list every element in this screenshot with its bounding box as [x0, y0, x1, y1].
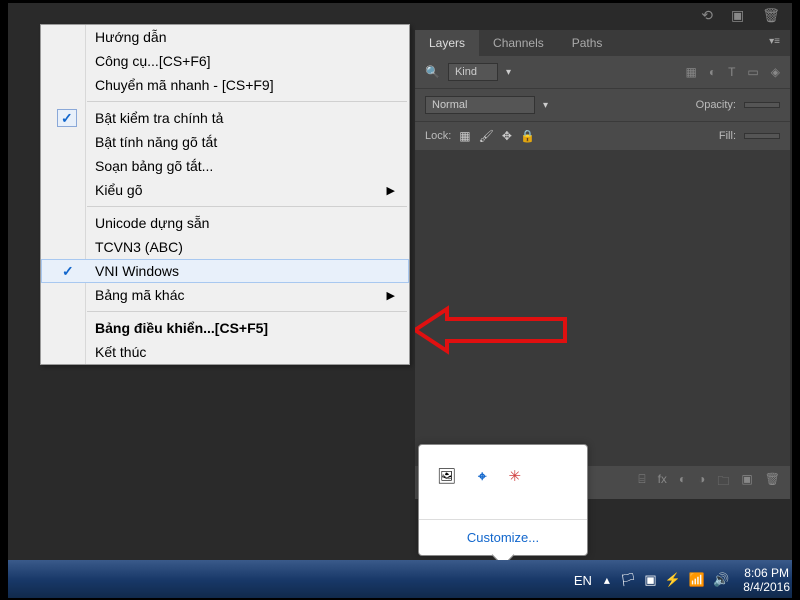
kind-select[interactable]: Kind [448, 63, 498, 81]
new-layer-icon[interactable]: ▣ [741, 472, 752, 493]
trash-icon[interactable]: 🗑 [762, 7, 780, 24]
opacity-field[interactable] [744, 102, 780, 108]
submenu-arrow-icon: ▶ [387, 184, 395, 197]
menu-item[interactable]: Kết thúc [41, 340, 409, 364]
menu-item-label: Công cụ...[CS+F6] [95, 53, 211, 69]
menu-item-label: TCVN3 (ABC) [95, 239, 183, 255]
panel-tabs: Layers Channels Paths ▾≡ [415, 30, 790, 56]
panel-row-lock: Lock: ▦ 🖌 ✥ 🔒 Fill: [415, 122, 790, 151]
layers-panel: Layers Channels Paths ▾≡ 🔍 Kind ▾ ▦ ◐ T … [415, 30, 790, 499]
lock-brush-icon[interactable]: 🖌 [479, 129, 494, 143]
bluetooth-icon[interactable]: ⌖ [478, 468, 486, 485]
menu-item-label: Bật tính năng gõ tắt [95, 134, 217, 150]
lock-move-icon[interactable]: ✥ [502, 129, 512, 143]
taskbar-clock[interactable]: 8:06 PM 8/4/2016 [743, 566, 790, 595]
opacity-label: Opacity: [696, 99, 736, 111]
menu-item[interactable]: Soạn bảng gõ tắt... [41, 154, 409, 178]
tab-channels[interactable]: Channels [479, 30, 558, 56]
menu-item[interactable]: Bật tính năng gõ tắt [41, 130, 409, 154]
tab-layers[interactable]: Layers [415, 30, 479, 56]
language-indicator[interactable]: EN [574, 573, 592, 588]
menu-item-label: Unicode dựng sẵn [95, 215, 209, 231]
panel-menu-icon[interactable]: ▾≡ [759, 30, 790, 56]
lock-label: Lock: [425, 130, 451, 142]
panel-row-kind: 🔍 Kind ▾ ▦ ◐ T ▭ ◈ [415, 56, 790, 89]
adjust-filter-icon[interactable]: ◐ [709, 65, 716, 79]
clock-time: 8:06 PM [743, 566, 790, 580]
lock-all-icon[interactable]: 🔒 [520, 129, 535, 143]
menu-item[interactable]: Bảng điều khiển...[CS+F5] [41, 316, 409, 340]
unikey-context-menu: Hướng dẫn Công cụ...[CS+F6] Chuyển mã nhan… [40, 24, 410, 365]
layers-icon[interactable]: ▣ [731, 7, 744, 24]
blend-mode-select[interactable]: Normal [425, 96, 535, 114]
type-filter-icon[interactable]: T [728, 65, 735, 79]
menu-item[interactable]: ✓ VNI Windows [41, 259, 409, 283]
filter-icons: ▦ ◐ T ▭ ◈ [685, 65, 780, 79]
fx-icon[interactable]: fx [658, 472, 667, 493]
tray-overflow-popup: 🖼 ⌖ ✳ Customize... [418, 444, 588, 556]
menu-item[interactable]: Hướng dẫn [41, 25, 409, 49]
lock-transparent-icon[interactable]: ▦ [459, 129, 470, 143]
chevron-down-icon: ▾ [543, 100, 548, 111]
cycle-icon[interactable]: ⟲ [701, 7, 713, 24]
menu-item[interactable]: ✓ Bật kiểm tra chính tả [41, 106, 409, 130]
menu-item[interactable]: Công cụ...[CS+F6] [41, 49, 409, 73]
taskbar: EN ▴ 🏳 ▣ ⚡ 📶 🔊 8:06 PM 8/4/2016 [0, 560, 800, 600]
menu-item-label: Hướng dẫn [95, 29, 166, 45]
menu-item[interactable]: Kiểu gõ ▶ [41, 178, 409, 202]
smart-filter-icon[interactable]: ◈ [771, 65, 780, 79]
fill-label: Fill: [719, 130, 736, 142]
menu-item[interactable]: Bảng mã khác ▶ [41, 283, 409, 307]
check-icon: ✓ [61, 110, 73, 127]
delete-icon[interactable]: 🗑 [765, 472, 780, 493]
tab-paths[interactable]: Paths [558, 30, 617, 56]
tray-chevron-icon[interactable]: ▴ [604, 573, 610, 587]
menu-item-label: Soạn bảng gõ tắt... [95, 158, 213, 174]
volume-icon[interactable]: 🔊 [713, 572, 729, 588]
fill-field[interactable] [744, 133, 780, 139]
menu-item-label: Bật kiểm tra chính tả [95, 110, 223, 126]
check-icon: ✓ [62, 263, 74, 280]
menu-item[interactable]: Unicode dựng sẵn [41, 211, 409, 235]
menu-separator [87, 206, 407, 207]
pixel-filter-icon[interactable]: ▦ [685, 65, 696, 79]
mask-icon[interactable]: ◐ [679, 472, 686, 493]
menu-item-label: Kiểu gõ [95, 182, 142, 198]
menu-item-label: Bảng mã khác [95, 287, 185, 303]
menu-item[interactable]: Chuyển mã nhanh - [CS+F9] [41, 73, 409, 97]
menu-separator [87, 311, 407, 312]
menu-item-label: Chuyển mã nhanh - [CS+F9] [95, 77, 274, 93]
clock-date: 8/4/2016 [743, 580, 790, 594]
search-icon[interactable]: 🔍 [425, 65, 440, 79]
shape-filter-icon[interactable]: ▭ [747, 65, 758, 79]
menu-separator [87, 101, 407, 102]
wifi-icon[interactable]: 📶 [689, 572, 705, 588]
panel-row-blend: Normal ▾ Opacity: [415, 89, 790, 122]
shield-icon[interactable]: ▣ [644, 572, 656, 588]
folder-icon[interactable]: 🗀 [717, 472, 729, 493]
adjustment-icon[interactable]: ◑ [698, 472, 705, 493]
menu-item-label: Kết thúc [95, 344, 146, 360]
annotation-arrow [415, 305, 575, 355]
menu-item-label: VNI Windows [95, 263, 179, 279]
sparkle-icon[interactable]: ✳ [509, 467, 522, 485]
submenu-arrow-icon: ▶ [387, 289, 395, 302]
link-icon[interactable]: ⌸ [638, 472, 645, 493]
tray-image-icon[interactable]: 🖼 [437, 467, 456, 485]
menu-item-label: Bảng điều khiển...[CS+F5] [95, 320, 268, 336]
top-icon-row: ⟲ ▣ 🗑 [701, 6, 780, 24]
flag-icon[interactable]: 🏳 [620, 572, 637, 588]
menu-item[interactable]: TCVN3 (ABC) [41, 235, 409, 259]
chevron-down-icon: ▾ [506, 67, 511, 78]
power-icon[interactable]: ⚡ [665, 572, 681, 588]
